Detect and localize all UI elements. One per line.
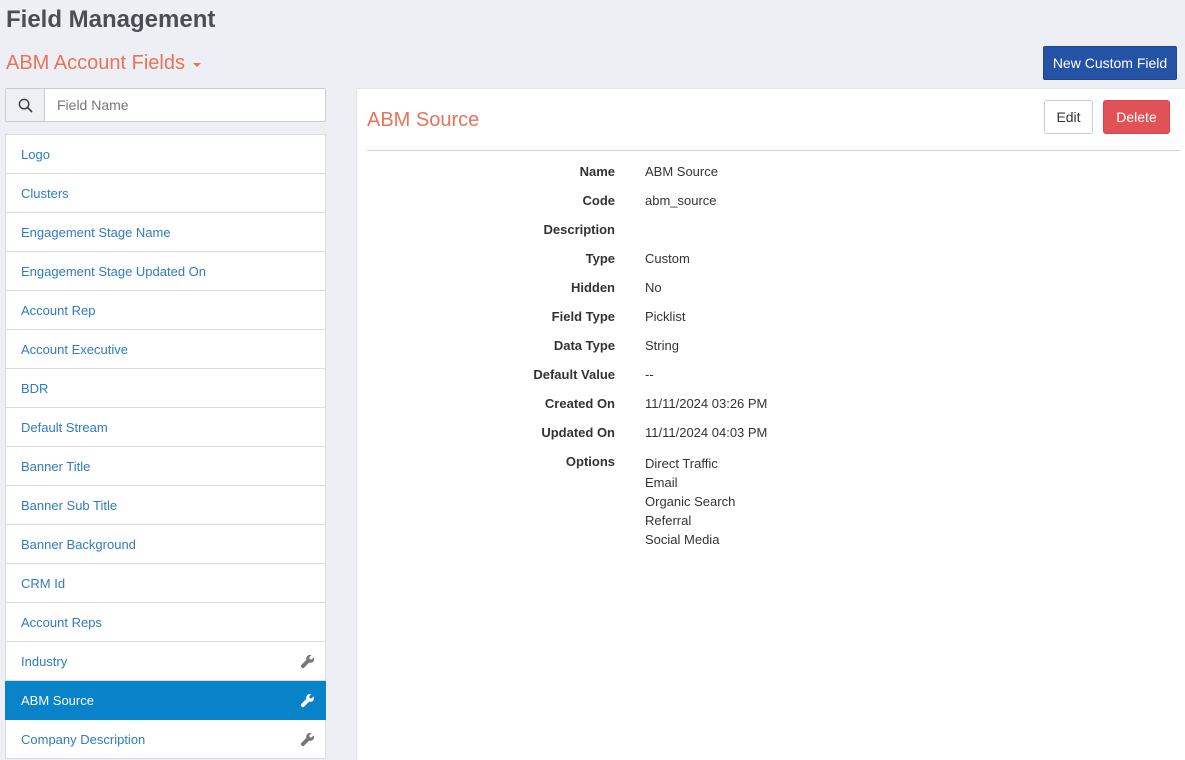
property-label: Field Type bbox=[551, 309, 615, 324]
delete-button[interactable]: Delete bbox=[1103, 100, 1170, 134]
property-value: No bbox=[645, 280, 662, 295]
field-list-item-label: Engagement Stage Name bbox=[21, 224, 171, 240]
field-list-item-label: Account Executive bbox=[21, 341, 128, 357]
property-value: abm_source bbox=[645, 193, 717, 208]
field-properties: Name ABM Source Code abm_source Description T… bbox=[357, 159, 1177, 549]
field-list-item[interactable]: Account Rep bbox=[5, 291, 326, 330]
property-label: Name bbox=[579, 164, 615, 179]
field-list-item[interactable]: Engagement Stage Updated On bbox=[5, 252, 326, 291]
property-value: Custom bbox=[645, 251, 690, 266]
field-list-item[interactable]: Logo bbox=[5, 135, 326, 174]
field-list-item-label: ABM Source bbox=[21, 692, 94, 708]
field-list-item[interactable]: Account Reps bbox=[5, 603, 326, 642]
field-list-item-label: Engagement Stage Updated On bbox=[21, 263, 207, 279]
field-list-item-label: Industry bbox=[21, 653, 68, 669]
property-row: Field Type Picklist bbox=[357, 304, 1177, 333]
property-value: 11/11/2024 03:26 PM bbox=[645, 396, 768, 411]
property-value: 11/11/2024 04:03 PM bbox=[645, 425, 768, 440]
page-title: Field Management bbox=[6, 6, 216, 33]
property-value: ABM Source bbox=[645, 164, 718, 179]
edit-button[interactable]: Edit bbox=[1044, 100, 1093, 134]
search-icon bbox=[6, 89, 45, 121]
field-name-search-input[interactable] bbox=[45, 89, 325, 121]
property-label: Code bbox=[582, 193, 616, 208]
property-value: -- bbox=[645, 367, 654, 382]
property-label: Hidden bbox=[570, 280, 615, 295]
property-label: Default Value bbox=[533, 367, 615, 382]
property-label: Options bbox=[565, 454, 615, 469]
option-item: Social Media bbox=[645, 532, 720, 547]
field-list-item[interactable]: Clusters bbox=[5, 174, 326, 213]
wrench-icon[interactable] bbox=[299, 653, 315, 669]
options-list: Direct Traffic Email Organic Search Referra… bbox=[645, 449, 735, 549]
field-list-item-label: Account Rep bbox=[21, 302, 96, 318]
field-list-item[interactable]: ABM Source bbox=[5, 681, 326, 720]
property-label: Type bbox=[585, 251, 615, 266]
wrench-icon[interactable] bbox=[299, 731, 315, 747]
property-row: Description bbox=[357, 217, 1177, 246]
divider bbox=[367, 150, 1180, 151]
field-list-item-label: Default Stream bbox=[21, 419, 108, 435]
property-label: Data Type bbox=[553, 338, 615, 353]
field-list-item[interactable]: BDR bbox=[5, 369, 326, 408]
property-row: Code abm_source bbox=[357, 188, 1177, 217]
property-row: Name ABM Source bbox=[357, 159, 1177, 188]
field-list-item-label: BDR bbox=[21, 380, 49, 396]
property-value: String bbox=[645, 338, 679, 353]
caret-down-icon bbox=[192, 63, 201, 67]
field-list-item-label: Banner Background bbox=[21, 536, 136, 552]
option-item: Email bbox=[645, 475, 678, 490]
new-custom-field-button[interactable]: New Custom Field bbox=[1043, 46, 1177, 80]
property-row: Updated On 11/11/2024 04:03 PM bbox=[357, 420, 1177, 449]
field-list-item-label: Account Reps bbox=[21, 614, 102, 630]
field-detail-panel: ABM Source Edit Delete Name ABM Source Cod… bbox=[356, 88, 1185, 760]
field-search bbox=[5, 88, 326, 122]
field-list-item[interactable]: Default Stream bbox=[5, 408, 326, 447]
field-list-item-label: CRM Id bbox=[21, 575, 66, 591]
property-row-options: Options Direct Traffic Email Organic Searc… bbox=[357, 449, 1177, 549]
property-label: Created On bbox=[544, 396, 615, 411]
field-section-dropdown[interactable]: ABM Account Fields bbox=[6, 52, 201, 75]
detail-title: ABM Source bbox=[367, 109, 480, 131]
property-label: Updated On bbox=[541, 425, 615, 440]
field-list-item[interactable]: Industry bbox=[5, 642, 326, 681]
property-row: Type Custom bbox=[357, 246, 1177, 275]
option-item: Organic Search bbox=[645, 494, 736, 509]
option-item: Referral bbox=[645, 513, 692, 528]
field-list: Logo Clusters Engagement Stage Name Engagem… bbox=[5, 134, 326, 760]
field-list-item[interactable]: Banner Sub Title bbox=[5, 486, 326, 525]
property-row: Data Type String bbox=[357, 333, 1177, 362]
field-list-item-label: Banner Sub Title bbox=[21, 497, 118, 513]
field-list-item[interactable]: Banner Background bbox=[5, 525, 326, 564]
property-value: Picklist bbox=[645, 309, 686, 324]
field-list-item[interactable]: CRM Id bbox=[5, 564, 326, 603]
field-list-item-label: Company Description bbox=[21, 731, 146, 747]
field-list-item[interactable]: Engagement Stage Name bbox=[5, 213, 326, 252]
wrench-icon[interactable] bbox=[299, 692, 315, 708]
option-item: Direct Traffic bbox=[645, 456, 718, 471]
field-list-item-label: Logo bbox=[21, 146, 50, 162]
field-list-item[interactable]: Account Executive bbox=[5, 330, 326, 369]
field-list-item[interactable]: Banner Title bbox=[5, 447, 326, 486]
field-section-label: ABM Account Fields bbox=[6, 52, 185, 74]
field-list-item-label: Clusters bbox=[21, 185, 69, 201]
property-label: Description bbox=[543, 222, 615, 237]
property-row: Created On 11/11/2024 03:26 PM bbox=[357, 391, 1177, 420]
property-row: Default Value -- bbox=[357, 362, 1177, 391]
property-row: Hidden No bbox=[357, 275, 1177, 304]
field-list-item[interactable]: Company Description bbox=[5, 720, 326, 759]
field-list-item-label: Banner Title bbox=[21, 458, 91, 474]
